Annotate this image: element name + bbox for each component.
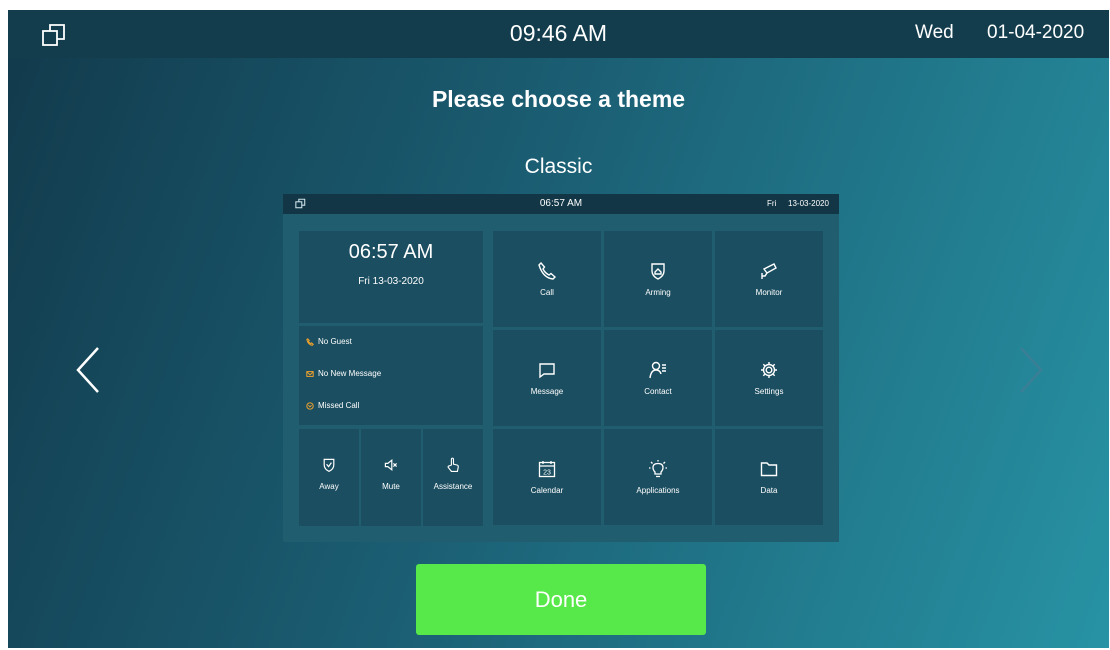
status-date: 01-04-2020 bbox=[987, 22, 1085, 43]
camera-icon bbox=[761, 263, 777, 279]
preview-clock-time: 06:57 AM bbox=[348, 241, 434, 263]
preview-app-contact: Contact bbox=[604, 330, 712, 426]
preview-status-date: 13-03-2020 bbox=[788, 199, 829, 208]
preview-status-bar: 06:57 AM Fri 13-03-2020 bbox=[283, 194, 839, 214]
missed-call-icon bbox=[306, 401, 314, 410]
chevron-right-icon[interactable] bbox=[1011, 340, 1051, 400]
page-title: Please choose a theme bbox=[431, 86, 686, 112]
preview-app-settings: Settings bbox=[715, 330, 823, 426]
preview-app-arming: Arming bbox=[604, 231, 712, 327]
status-day: Wed bbox=[915, 22, 954, 43]
preview-app-calendar: 23 Calendar bbox=[493, 429, 601, 525]
preview-clock-tile: 06:57 AM Fri 13-03-2020 bbox=[299, 231, 483, 323]
theme-name: Classic bbox=[524, 155, 593, 178]
phone-icon bbox=[306, 337, 314, 346]
preview-app-monitor: Monitor bbox=[715, 231, 823, 327]
preview-assistance-button: Assistance bbox=[423, 429, 483, 526]
preview-app-applications: Applications bbox=[604, 429, 712, 525]
calendar-icon: 23 bbox=[538, 461, 556, 478]
preview-status-day: Fri bbox=[767, 199, 777, 208]
done-button[interactable]: Done bbox=[416, 564, 706, 635]
preview-clock-date: Fri 13-03-2020 bbox=[358, 276, 424, 287]
contact-icon bbox=[649, 361, 666, 379]
preview-app-call: Call bbox=[493, 231, 601, 327]
phone-icon bbox=[538, 261, 557, 280]
status-bar: 09:46 AM Wed 01-04-2020 bbox=[8, 10, 1109, 58]
bulb-icon bbox=[649, 460, 667, 478]
preview-notice-missed: Missed Call bbox=[306, 401, 359, 410]
preview-app-message: Message bbox=[493, 330, 601, 426]
mute-icon bbox=[384, 458, 398, 472]
preview-mute-button: Mute bbox=[361, 429, 421, 526]
gear-icon bbox=[761, 362, 777, 378]
preview-app-grid: Call Arming Monitor Message Contact Sett… bbox=[493, 231, 824, 526]
folder-icon bbox=[760, 462, 778, 477]
preview-notice-message: No New Message bbox=[306, 369, 381, 378]
shield-home-icon bbox=[651, 263, 665, 280]
theme-preview[interactable]: 06:57 AM Fri 13-03-2020 06:57 AM Fri 13-… bbox=[283, 194, 839, 542]
preview-status-time: 06:57 AM bbox=[539, 198, 583, 209]
chevron-left-icon[interactable] bbox=[66, 340, 106, 400]
preview-app-data: Data bbox=[715, 429, 823, 525]
preview-away-button: Away bbox=[299, 429, 359, 526]
shield-icon bbox=[323, 458, 335, 473]
preview-quick-actions: Away Mute Assistance bbox=[299, 429, 483, 526]
preview-notice-guest: No Guest bbox=[306, 337, 352, 346]
theme-selection-screen: 09:46 AM Wed 01-04-2020 Please choose a … bbox=[8, 10, 1109, 648]
svg-text:23: 23 bbox=[543, 470, 551, 477]
message-icon bbox=[539, 363, 555, 379]
mail-icon bbox=[306, 370, 314, 377]
preview-notice-tile: No Guest No New Message Missed Call bbox=[299, 326, 483, 425]
hand-pointer-icon bbox=[447, 457, 459, 472]
